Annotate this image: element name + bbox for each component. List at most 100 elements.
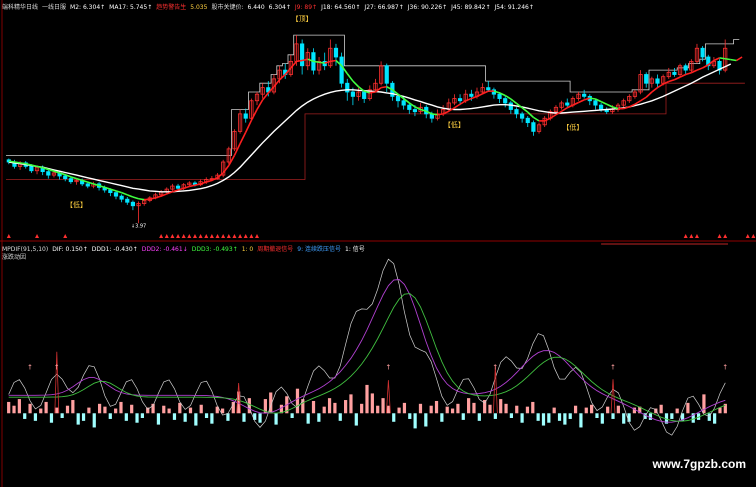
trend-line-segment [296,59,303,63]
momentum-bar [600,413,604,424]
momentum-bar [611,413,615,419]
momentum-bar [509,413,514,418]
trend-line-segment [442,110,450,115]
momentum-bar [461,413,465,420]
trend-line-segment [279,73,286,81]
momentum-bar [547,413,551,423]
momentum-bar [477,413,481,421]
momentum-bar [274,413,278,425]
candle-body [486,87,491,91]
momentum-bar [536,413,540,421]
momentum-bar [349,394,353,414]
momentum-bar [541,413,546,426]
momentum-bar [60,413,64,418]
trend-line-segment [578,99,585,104]
candle-body [175,185,181,189]
trend-line-segment [685,71,692,76]
momentum-bar [178,402,182,414]
trend-line-segment [437,113,444,116]
candle-body [350,91,355,97]
chart-annotation: 【顶】 [292,15,313,23]
candle-body [457,98,463,102]
candle-body [339,56,344,84]
momentum-bar [675,408,679,414]
momentum-bar [204,413,209,418]
trend-line-segment [290,60,298,69]
momentum-bar [573,405,578,414]
buy-signal-triangle [226,234,231,238]
candle-body [333,47,339,58]
trend-line-segment [380,85,387,89]
buy-signal-triangle [221,234,226,238]
momentum-bar [493,413,497,419]
momentum-bar [33,413,38,421]
candle-body [395,95,401,102]
candle-body [407,104,412,110]
momentum-bar [156,413,161,425]
momentum-bar [162,405,166,414]
buy-signal-triangle [745,234,750,238]
trend-line-segment [318,61,325,64]
candle-body [598,104,604,110]
momentum-bar [472,402,476,414]
momentum-bar [392,413,396,422]
momentum-bar [322,406,326,414]
momentum-bar [130,404,134,414]
momentum-bar [386,405,390,414]
momentum-bar [97,403,102,414]
trend-line-segment [657,83,664,89]
candle-body [345,82,350,93]
momentum-bar [488,404,492,414]
momentum-bar [408,413,412,419]
momentum-bar [648,413,653,420]
trend-line-segment [725,57,731,61]
buy-signal-triangle [176,234,181,238]
buy-signal-triangle [683,234,688,238]
momentum-bar [590,404,594,414]
momentum-bar [108,413,112,419]
candle-body [243,113,248,119]
trend-line-segment [651,86,658,93]
momentum-bar [552,407,556,414]
up-arrow-marker: ↑ [722,363,728,371]
candle-body [119,195,124,200]
trend-line-segment [206,179,213,183]
momentum-bar [344,400,348,414]
momentum-bar [520,413,524,423]
trend-line-segment [561,107,568,112]
momentum-bar [183,413,187,422]
trend-line-segment [245,120,253,133]
momentum-bar [429,405,433,414]
candle-body [130,201,136,207]
candle-body [362,91,367,99]
momentum-bar [402,402,407,414]
candle-body [68,178,73,183]
buy-signal-triangle [63,234,68,238]
momentum-bar [49,413,54,423]
candle-body [514,109,519,115]
up-arrow-marker: ↑ [54,363,60,371]
trend-line-segment [606,103,613,108]
momentum-bar [124,413,128,421]
momentum-bar [333,402,337,414]
candle-body [125,198,130,203]
candle-body [644,74,649,84]
chart-annotation: ↓3.97 [131,223,146,229]
trend-line-segment [696,67,703,71]
trend-line-segment [273,79,281,88]
momentum-bar [370,393,374,414]
momentum-bar [172,413,177,420]
momentum-bar [365,384,369,414]
trend-line-segment [702,64,709,69]
trend-line-segment [549,114,557,119]
trend-line-segment [330,59,337,63]
trend-line-segment [589,97,596,100]
momentum-bar [28,403,32,414]
momentum-bar [568,413,572,419]
momentum-bar [167,408,171,414]
candle-body [469,93,474,97]
candle-body [85,183,90,187]
candle-body [503,98,508,104]
trend-line-segment [645,91,653,98]
momentum-bar [295,388,300,414]
